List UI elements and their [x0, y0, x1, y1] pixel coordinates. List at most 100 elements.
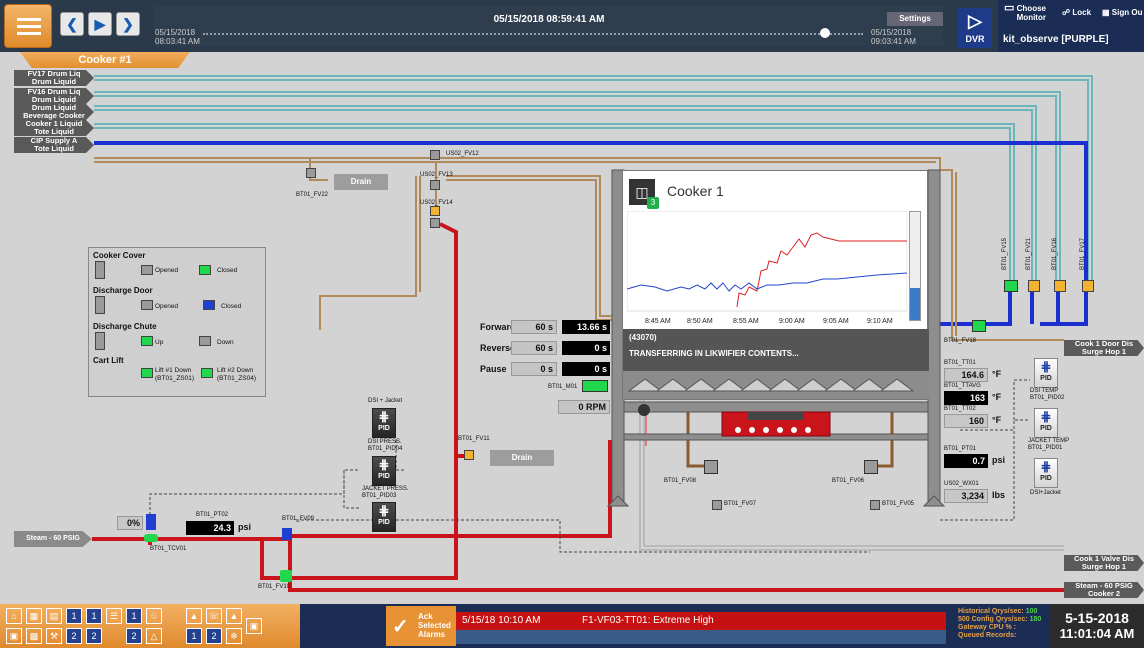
ack-alarms-button[interactable]: ✓ Ack Selected Alarms [386, 606, 456, 646]
cooker-status: (43070) TRANSFERRING IN LIKWIFIER CONTEN… [623, 329, 929, 371]
pid-icon: ⋕ [1040, 459, 1052, 474]
valve-fv06[interactable] [864, 460, 878, 474]
alarm-text: F1-VF03-TT01: Extreme High [582, 615, 714, 626]
tag-fv12: US02_FV12 [446, 151, 479, 157]
nav-icon-bar: ⌂ ▦ ▤ 1 1 ☰ 1 ♧ ▣ ▩ ⚒ 2 2 2 △ ▲ ☏ ▲ ▣ 1 … [0, 604, 300, 648]
pause-setpoint[interactable]: 0 s [511, 362, 557, 376]
folder-icon[interactable]: ▣ [6, 628, 22, 644]
unit-1b-icon[interactable]: 1 [86, 608, 102, 624]
home-icon[interactable]: ⌂ [6, 608, 22, 624]
pid-jacket-press[interactable]: ⋕ PID [372, 456, 396, 486]
building-icon[interactable]: ▦ [26, 608, 42, 624]
valve-fv10[interactable] [280, 570, 292, 582]
valve-fv17[interactable] [1082, 280, 1094, 292]
cart-icon[interactable]: ☏ [206, 608, 222, 624]
hopper-icon[interactable]: ▲ [186, 608, 202, 624]
ttavg-value: 163 [944, 391, 988, 405]
valve-fv15[interactable] [1004, 280, 1018, 292]
tcv-valve[interactable] [144, 534, 158, 542]
rpm-value: 0 RPM [558, 400, 610, 414]
pause-label: Pause [480, 364, 507, 374]
valve-fv18[interactable] [972, 320, 986, 332]
auger [623, 371, 929, 399]
dest-door-discharge[interactable]: Cook 1 Door Dis Surge Hop 1 [1064, 340, 1144, 356]
cover-icon [95, 261, 105, 279]
dest-steam-cooker-2[interactable]: Steam - 60 PSIG Cooker 2 [1064, 582, 1144, 598]
tag-fv08: BT01_FV08 [664, 478, 697, 484]
tool-icon[interactable]: ⚒ [46, 628, 62, 644]
tag-fv07: BT01_FV07 [724, 501, 757, 507]
pt02-value: 24.3 [186, 521, 234, 535]
list-icon[interactable]: ☰ [106, 608, 122, 624]
pid-dsi-jacket[interactable]: ⋕ PID [1034, 458, 1058, 488]
tcv-percent: 0% [117, 516, 143, 530]
valve-fv09[interactable] [282, 528, 292, 540]
pid-dsi-press[interactable]: ⋕ PID [372, 408, 396, 438]
tag-pt01: BT01_PT01 [944, 446, 977, 452]
tag-tt02: BT01_TT02 [944, 406, 976, 412]
chute-icon [95, 332, 105, 350]
snowflake-icon[interactable]: ❄ [226, 628, 242, 644]
drain-box-2: Drain [490, 450, 554, 466]
chute-up-swatch [141, 336, 153, 346]
valve-fv08[interactable] [704, 460, 718, 474]
source-fv17[interactable]: FV17 Drum Liq Drum Liquid [14, 70, 94, 86]
grid-icon[interactable]: ▩ [26, 628, 42, 644]
unit-1-icon[interactable]: 1 [66, 608, 82, 624]
chart-xtick-0: 8:45 AM [645, 318, 671, 325]
pt01-unit: psi [992, 455, 1006, 465]
source-cip-supply[interactable]: CIP Supply A Tote Liquid [14, 137, 94, 153]
tcv-actuator[interactable] [146, 514, 156, 530]
tag-tcv01: BT01_TCV01 [150, 546, 187, 552]
valve-fv13[interactable] [430, 180, 440, 190]
valve-fv05[interactable] [870, 500, 880, 510]
tag-m01: BT01_M01 [548, 384, 578, 390]
door-closed-swatch [203, 300, 215, 310]
cover-opened-swatch [141, 265, 153, 275]
alarm-row-empty[interactable] [456, 630, 946, 644]
tag-fv13: US02_FV13 [420, 172, 453, 178]
alarm-row[interactable]: 5/15/18 10:10 AM F1-VF03-TT01: Extreme H… [456, 612, 946, 630]
unit-2b-icon[interactable]: 2 [86, 628, 102, 644]
unit-2c-icon[interactable]: 2 [126, 628, 142, 644]
valve-fv22[interactable] [306, 168, 316, 178]
reverse-value: 0 s [562, 341, 610, 355]
gateway-stats: Historical Qrys/sec: 100 500 Config Qrys… [958, 608, 1042, 639]
valve-fv07[interactable] [712, 500, 722, 510]
steam-inlet[interactable]: Steam - 60 PSIG [14, 531, 92, 547]
source-beverage-cooker[interactable]: Drum Liquid Beverage Cooker [14, 104, 94, 120]
forward-setpoint[interactable]: 60 s [511, 320, 557, 334]
pid-dsi-press-label: DSI PRESS. BT01_PID04 [368, 439, 403, 452]
motor-m01[interactable] [582, 380, 608, 392]
drain-box: Drain [334, 174, 388, 190]
bottle-icon[interactable]: ♧ [146, 608, 162, 624]
valve-fv11[interactable] [464, 450, 474, 460]
valve-fv14-body[interactable] [430, 218, 440, 228]
source-fv16[interactable]: FV16 Drum Liq Drum Liquid [14, 88, 94, 104]
unit-2d-icon[interactable]: 2 [206, 628, 222, 644]
reverse-setpoint[interactable]: 60 s [511, 341, 557, 355]
image-icon[interactable]: ▣ [246, 618, 262, 634]
lift2-label: Lift #2 Down (BT01_ZS04) [217, 367, 257, 382]
unit-1c-icon[interactable]: 1 [126, 608, 142, 624]
valve-fv21[interactable] [1028, 280, 1040, 292]
valve-fv12[interactable] [430, 150, 440, 160]
pid-dsi-temp[interactable]: ⋕ PID [1034, 358, 1058, 388]
source-cooker-1-liquid[interactable]: Cooker 1 Liquid Tote Liquid [14, 120, 94, 136]
document-icon[interactable]: ▤ [46, 608, 62, 624]
tag-fv22: BT01_FV22 [296, 192, 329, 198]
level-gauge [909, 211, 921, 321]
pid-jacket-temp[interactable]: ⋕ PID [1034, 408, 1058, 438]
chart-icon[interactable]: ▲ [226, 608, 242, 624]
chart-xtick-2: 8:55 AM [733, 318, 759, 325]
valve-fv16[interactable] [1054, 280, 1066, 292]
unit-2-icon[interactable]: 2 [66, 628, 82, 644]
unit-1d-icon[interactable]: 1 [186, 628, 202, 644]
tank-icon[interactable]: △ [146, 628, 162, 644]
cooker-title: Cooker 1 [667, 183, 724, 199]
tag-pt02: BT01_PT02 [196, 512, 229, 518]
valve-fv14[interactable] [430, 206, 440, 216]
tag-fv11: BT01_FV11 [458, 436, 490, 442]
pid-combined[interactable]: ⋕ PID [372, 502, 396, 532]
dest-valve-discharge[interactable]: Cook 1 Valve Dis Surge Hop 1 [1064, 555, 1144, 571]
